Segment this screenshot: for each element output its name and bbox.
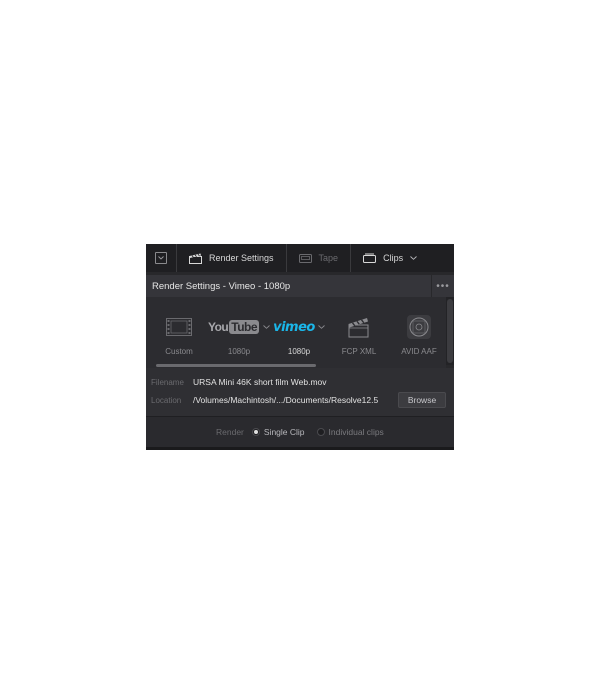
- more-icon: •••: [436, 280, 450, 292]
- scrollbar-thumb[interactable]: [156, 364, 316, 367]
- preset-fcp-xml-label: FCP XML: [341, 347, 377, 356]
- render-mode-row: Render Single Clip Individual clips: [216, 427, 396, 437]
- clapperboard-icon: [347, 309, 371, 345]
- filename-label: Filename: [151, 377, 184, 387]
- single-clip-label[interactable]: Single Clip: [264, 427, 305, 437]
- radio-selected-dot: [253, 430, 258, 434]
- filename-field[interactable]: URSA Mini 46K short film Web.mov: [193, 377, 327, 387]
- chevron-down-icon: [155, 252, 167, 264]
- youtube-logo-text-a: You: [207, 320, 229, 334]
- preset-vimeo[interactable]: vimeo 1080p: [269, 297, 329, 365]
- chevron-down-icon: [318, 325, 325, 329]
- preset-vertical-scrollbar[interactable]: [446, 297, 454, 365]
- single-clip-radio[interactable]: [251, 428, 260, 436]
- tab-clips-label: Clips: [383, 253, 404, 263]
- more-options-button[interactable]: •••: [431, 275, 454, 297]
- render-label: Render: [216, 427, 244, 437]
- chevron-down-icon: [410, 256, 417, 260]
- scrollbar-thumb[interactable]: [447, 299, 453, 363]
- film-strip-icon: [166, 309, 192, 345]
- panel-title: Render Settings - Vimeo - 1080p: [152, 280, 291, 292]
- youtube-logo-icon: You Tube: [208, 309, 270, 345]
- individual-clips-radio[interactable]: [316, 428, 325, 436]
- preset-avid-aaf[interactable]: AVID AAF: [389, 297, 446, 365]
- tab-render-settings[interactable]: Render Settings: [177, 244, 287, 272]
- tab-render-settings-label: Render Settings: [209, 253, 274, 263]
- preset-avid-aaf-label: AVID AAF: [401, 347, 437, 356]
- individual-clips-label[interactable]: Individual clips: [329, 427, 384, 437]
- preset-custom-label: Custom: [165, 347, 193, 356]
- browse-button[interactable]: Browse: [398, 392, 446, 408]
- tab-tape[interactable]: Tape: [287, 244, 352, 272]
- location-label: Location: [151, 395, 182, 405]
- avid-reel-icon: [406, 309, 432, 345]
- location-field[interactable]: /Volumes/Machintosh/.../Documents/Resolv…: [193, 395, 378, 405]
- preset-fcp-xml[interactable]: FCP XML: [329, 297, 389, 365]
- render-mode: Render Single Clip Individual clips: [146, 416, 454, 450]
- vimeo-logo-text: vimeo: [273, 319, 315, 335]
- filename-row: Filename URSA Mini 46K short film Web.mo…: [146, 374, 454, 390]
- render-settings-header: Render Settings - Vimeo - 1080p •••: [146, 275, 454, 297]
- tape-icon: [298, 253, 312, 263]
- vimeo-logo-icon: vimeo: [273, 309, 325, 345]
- render-settings-panel: Render Settings Tape Clips Render Settin…: [146, 244, 454, 450]
- youtube-logo-text-b: Tube: [229, 320, 260, 334]
- clips-icon: [363, 253, 377, 263]
- preset-youtube[interactable]: You Tube 1080p: [208, 297, 270, 365]
- tab-tape-label: Tape: [318, 253, 339, 263]
- preset-vimeo-label: 1080p: [287, 347, 311, 356]
- preset-strip: Custom You Tube 1080p vimeo 1080p FCP XM…: [146, 297, 446, 365]
- panel-bottom-edge: [146, 447, 454, 450]
- tab-clips[interactable]: Clips: [351, 244, 429, 272]
- deliver-toolbar: Render Settings Tape Clips: [146, 244, 454, 272]
- clapperboard-icon: [189, 253, 202, 264]
- file-settings: Filename URSA Mini 46K short film Web.mo…: [146, 368, 454, 416]
- collapse-button[interactable]: [146, 244, 177, 272]
- preset-youtube-label: 1080p: [227, 347, 251, 356]
- preset-custom[interactable]: Custom: [149, 297, 209, 365]
